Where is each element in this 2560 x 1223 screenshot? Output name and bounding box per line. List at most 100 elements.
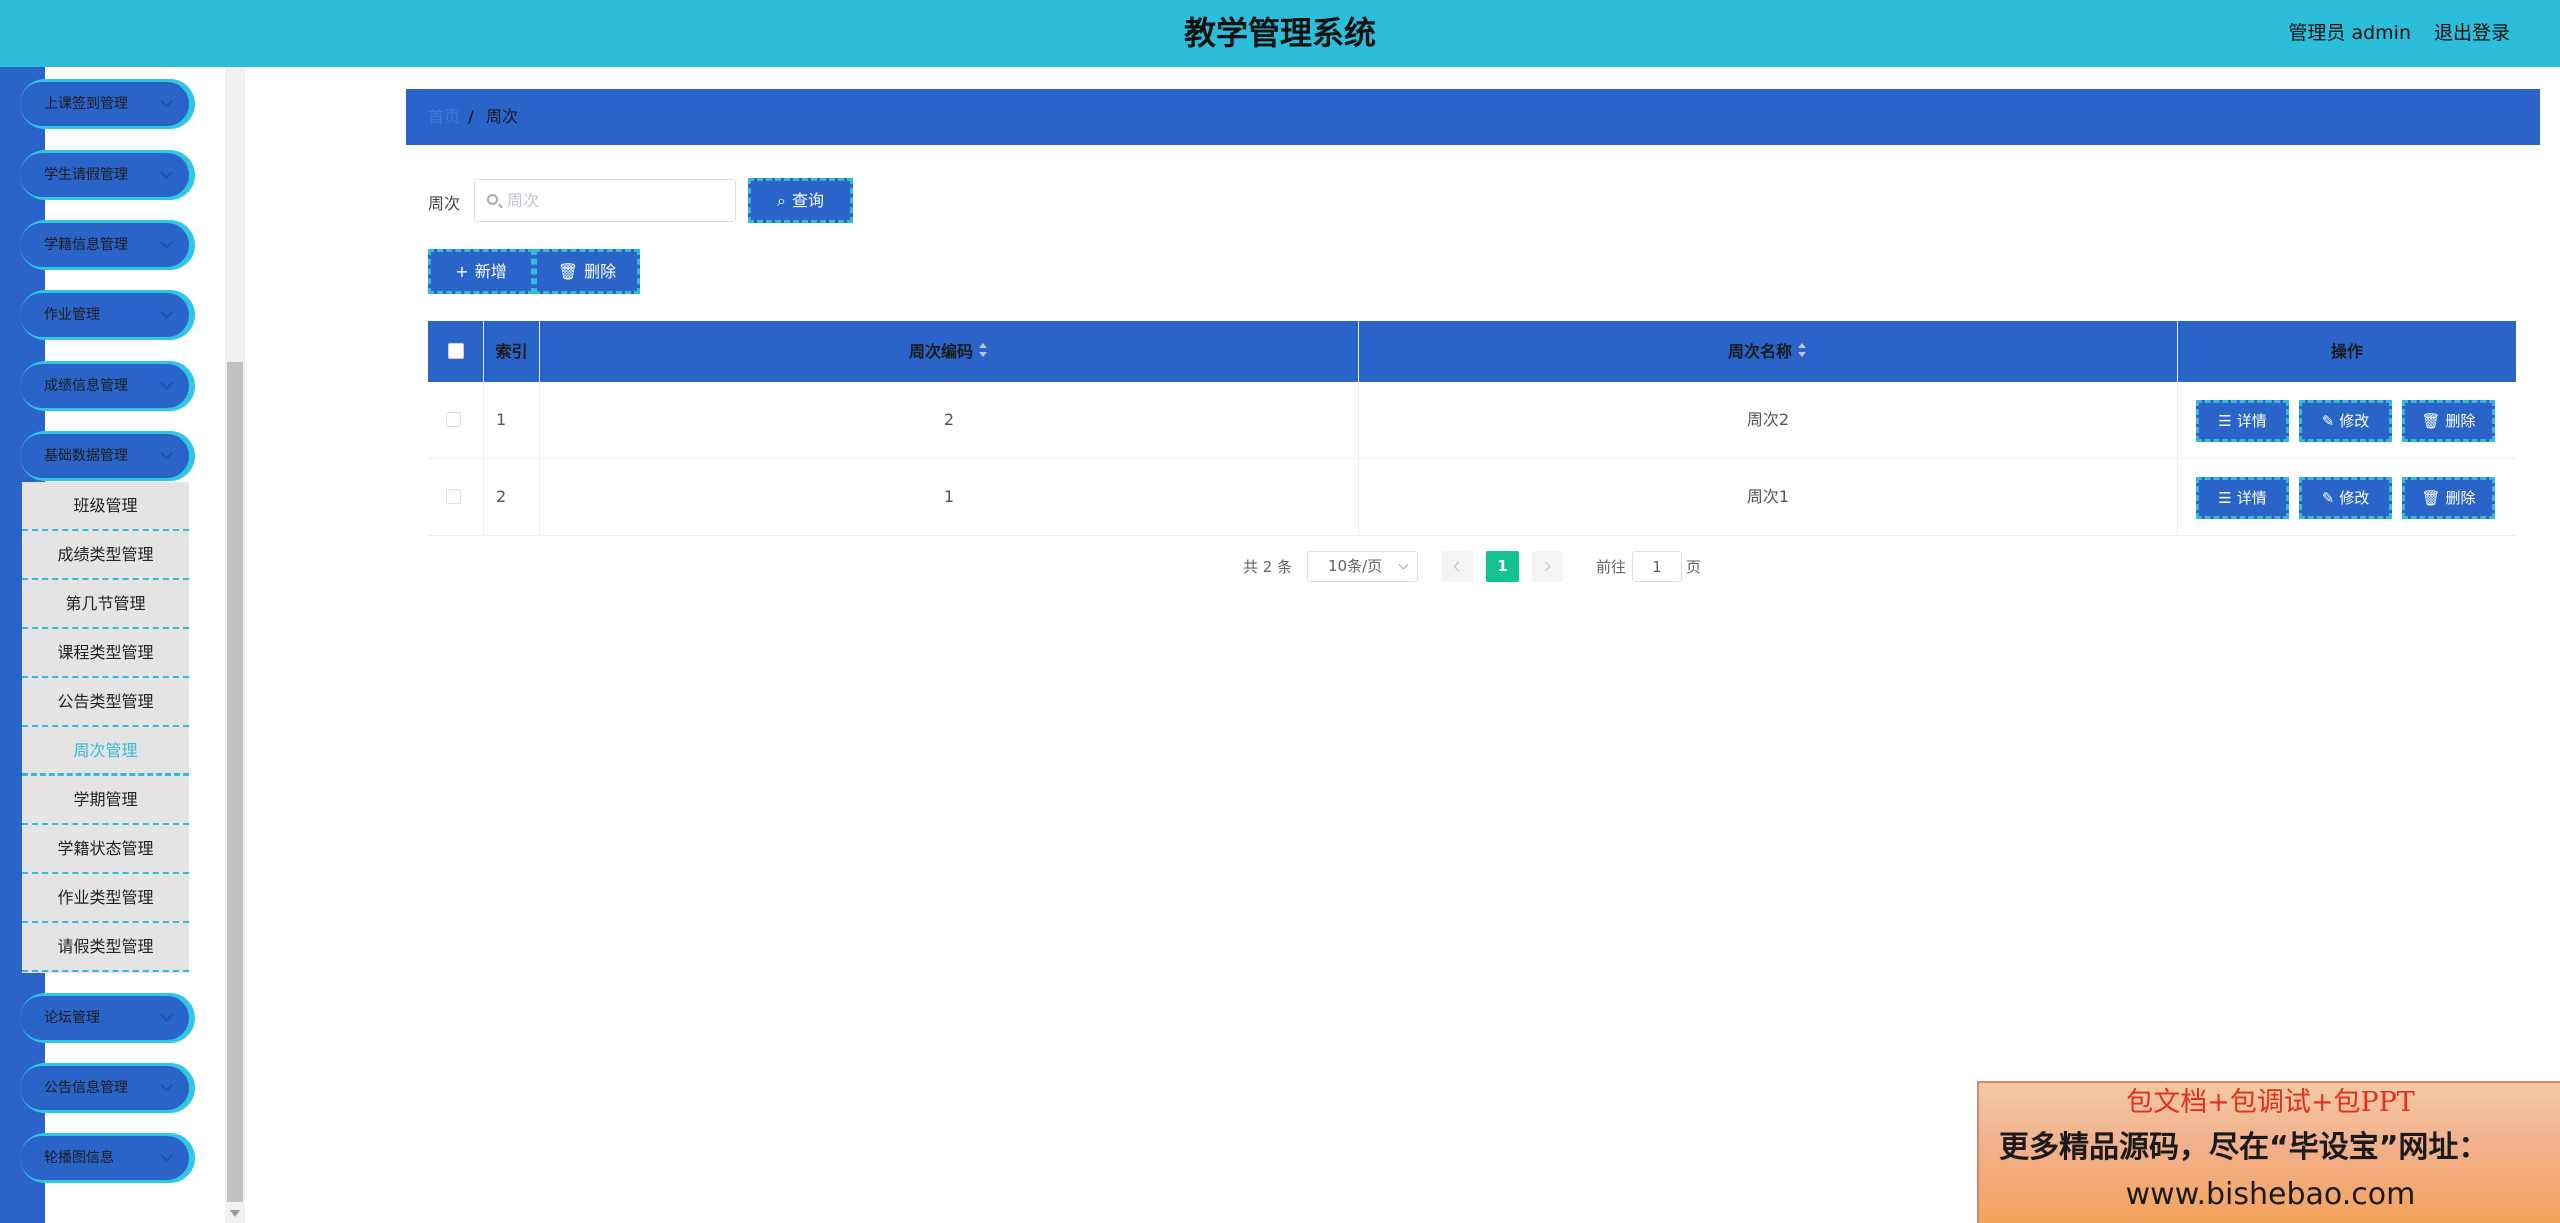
row-checkbox[interactable]	[446, 412, 461, 427]
search-button[interactable]: ⌕ 查询	[748, 178, 853, 223]
edit-button[interactable]: ✎ 修改	[2299, 477, 2392, 519]
delete-button[interactable]: 🗑︎ 删除	[2402, 477, 2495, 519]
row-select-cell	[428, 382, 484, 458]
submenu-period[interactable]: 第几节管理	[22, 580, 189, 629]
chevron-down-icon	[160, 447, 173, 460]
menu-label: 论坛管理	[44, 1010, 100, 1026]
menu-notice[interactable]: 公告信息管理	[20, 1066, 189, 1110]
submenu-homework-type[interactable]: 作业类型管理	[22, 874, 189, 923]
page-size-value: 10条/页	[1328, 557, 1383, 575]
detail-button[interactable]: ☰ 详情	[2196, 477, 2289, 519]
chevron-down-icon	[160, 306, 173, 319]
menu-checkin[interactable]: 上课签到管理	[20, 82, 189, 126]
ad-line-1: 包文档+包调试+包PPT	[2126, 1087, 2415, 1118]
row-checkbox[interactable]	[446, 489, 461, 504]
add-button[interactable]: + 新增	[428, 249, 534, 294]
submenu-grade-type[interactable]: 成绩类型管理	[22, 531, 189, 580]
ad-banner[interactable]: 包文档+包调试+包PPT 更多精品源码，尽在“毕设宝”网址： www.bishe…	[1977, 1081, 2560, 1223]
sort-icon[interactable]	[979, 343, 989, 359]
menu-label: 公告信息管理	[44, 1080, 128, 1096]
edit-button[interactable]: ✎ 修改	[2299, 400, 2392, 442]
col-actions: 操作	[2330, 342, 2363, 361]
menu-forum[interactable]: 论坛管理	[20, 996, 189, 1040]
cell-actions: ☰ 详情 ✎ 修改 🗑︎ 删除	[2178, 459, 2516, 535]
chevron-down-icon	[160, 1009, 173, 1022]
delete-label: 删除	[2445, 412, 2476, 430]
menu-basic-data[interactable]: 基础数据管理	[20, 434, 189, 478]
delete-button[interactable]: 🗑︎ 删除	[2402, 400, 2495, 442]
search-label: 周次	[428, 194, 461, 213]
chevron-down-icon	[160, 166, 173, 179]
sort-icon[interactable]	[1798, 343, 1808, 359]
submenu-week[interactable]: 周次管理	[22, 727, 189, 776]
page-size-select[interactable]: 10条/页	[1307, 551, 1418, 582]
search-button-label: 查询	[791, 191, 824, 210]
document-icon: ☰	[2218, 489, 2232, 507]
search-icon: ⌕	[777, 191, 786, 210]
select-all-checkbox[interactable]	[448, 343, 464, 359]
menu-leave[interactable]: 学生请假管理	[20, 153, 189, 197]
submenu-leave-type[interactable]: 请假类型管理	[22, 923, 189, 972]
trash-icon: 🗑︎	[2421, 412, 2441, 430]
menu-enrollment[interactable]: 学籍信息管理	[20, 223, 189, 267]
menu-label: 学生请假管理	[44, 167, 128, 183]
col-code[interactable]: 周次编码	[540, 321, 1359, 382]
row-select-cell	[428, 459, 484, 535]
next-page-button[interactable]	[1532, 551, 1563, 582]
table-row: 1 2 周次2 ☰ 详情 ✎ 修改 🗑︎ 删除	[428, 382, 2516, 459]
trash-icon: 🗑︎	[2421, 489, 2441, 507]
submenu-notice-type[interactable]: 公告类型管理	[22, 678, 189, 727]
cell-name: 周次1	[1359, 459, 2178, 535]
trash-icon: 🗑︎	[557, 262, 579, 281]
basic-data-submenu: 班级管理 成绩类型管理 第几节管理 课程类型管理 公告类型管理 周次管理 学期管…	[22, 482, 189, 973]
cell-index: 1	[484, 382, 540, 458]
submenu-class[interactable]: 班级管理	[22, 482, 189, 531]
col-index: 索引	[484, 321, 540, 382]
sidebar-scrollbar[interactable]	[225, 67, 245, 1223]
search-input[interactable]	[507, 180, 727, 221]
menu-label: 基础数据管理	[44, 448, 128, 464]
sidebar: 上课签到管理 学生请假管理 学籍信息管理 作业管理 成绩信息管理 基础数据管理 …	[0, 67, 225, 1223]
col-name-label: 周次名称	[1727, 342, 1792, 361]
menu-homework[interactable]: 作业管理	[20, 293, 189, 337]
cell-code: 2	[540, 382, 1359, 458]
select-all-cell	[428, 321, 484, 382]
table-header: 索引 周次编码 周次名称 操作	[428, 321, 2516, 382]
chevron-down-icon	[160, 1149, 173, 1162]
menu-grades[interactable]: 成绩信息管理	[20, 364, 189, 408]
goto-label: 前往	[1596, 558, 1627, 576]
delete-button-label: 删除	[584, 262, 617, 281]
chevron-down-icon	[160, 95, 173, 108]
current-user: 管理员 admin	[2288, 22, 2411, 44]
cell-actions: ☰ 详情 ✎ 修改 🗑︎ 删除	[2178, 382, 2516, 458]
menu-carousel[interactable]: 轮播图信息	[20, 1136, 189, 1180]
prev-page-button[interactable]	[1442, 551, 1473, 582]
chevron-down-icon	[160, 1079, 173, 1092]
detail-label: 详情	[2236, 412, 2267, 430]
logout-link[interactable]: 退出登录	[2434, 0, 2510, 66]
submenu-course-type[interactable]: 课程类型管理	[22, 629, 189, 678]
edit-label: 修改	[2339, 489, 2370, 507]
search-icon	[487, 194, 498, 205]
breadcrumb-current: 周次	[486, 107, 519, 126]
col-name[interactable]: 周次名称	[1359, 321, 2178, 382]
breadcrumb-separator: /	[468, 107, 474, 126]
scroll-down-arrow-icon[interactable]	[230, 1210, 240, 1217]
ad-line-2: 更多精品源码，尽在“毕设宝”网址：	[1999, 1130, 2489, 1165]
breadcrumb-home[interactable]: 首页	[428, 89, 460, 145]
batch-delete-button[interactable]: 🗑︎ 删除	[534, 249, 640, 294]
pencil-icon: ✎	[2321, 489, 2335, 507]
submenu-semester[interactable]: 学期管理	[22, 776, 189, 825]
detail-button[interactable]: ☰ 详情	[2196, 400, 2289, 442]
top-header: 教学管理系统 管理员 admin 退出登录	[0, 0, 2560, 67]
submenu-enroll-status[interactable]: 学籍状态管理	[22, 825, 189, 874]
chevron-down-icon	[1398, 559, 1409, 570]
delete-label: 删除	[2445, 489, 2476, 507]
goto-page-input[interactable]	[1632, 551, 1682, 582]
menu-label: 上课签到管理	[44, 96, 128, 112]
scrollbar-thumb[interactable]	[227, 362, 243, 1202]
app-title: 教学管理系统	[1183, 14, 1376, 52]
menu-label: 作业管理	[44, 307, 100, 323]
search-field[interactable]	[474, 179, 736, 222]
page-number-current[interactable]: 1	[1486, 551, 1519, 582]
